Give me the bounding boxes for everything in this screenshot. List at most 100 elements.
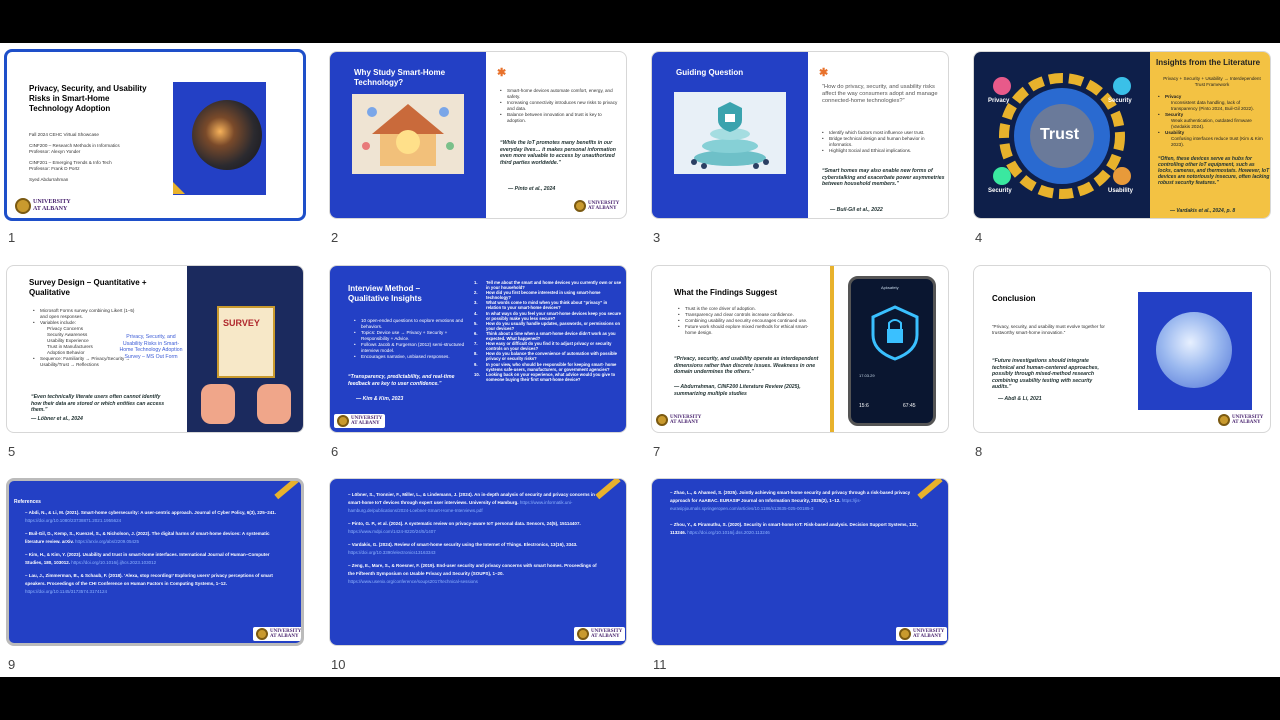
gear-label-privacy: Privacy	[988, 98, 1010, 104]
asterisk-icon: ✱	[497, 67, 507, 79]
slide-title: Insights from the Literature	[1156, 58, 1261, 67]
slide-number: 3	[653, 230, 661, 245]
meta-line: Syed Abdurrahman	[29, 177, 69, 182]
reference-item: – Pinto, G. P., et al. (2024). A systema…	[348, 521, 581, 534]
slide-thumbnail-10[interactable]: – Löbner, S., Tronnier, F., Miller, L., …	[329, 478, 627, 646]
method-bullets: 10 open-ended questions to explore emoti…	[354, 318, 472, 360]
slide-thumbnail-6[interactable]: Interview Method – Qualitative Insights …	[329, 265, 627, 433]
reference-item: – Lau, J., Zimmerman, B., & Schaub, F. (…	[25, 573, 273, 594]
slide-title: Conclusion	[992, 294, 1036, 303]
bullet-item: Highlight Social and Ethical implication…	[822, 148, 942, 154]
bullet-item: Bridge technical design and human behavi…	[822, 136, 942, 148]
reference-link[interactable]: https://doi.org/10.1145/3173574.3174124	[25, 589, 107, 594]
slide-sorter-grid: Privacy, Security, and Usability Risks i…	[0, 43, 1280, 677]
reference-link[interactable]: https://www.mdpi.com/1424-8220/24/5/1407	[348, 529, 436, 534]
slide-title: Guiding Question	[676, 68, 744, 77]
meta-line: Professor: Frank D Portz	[29, 166, 80, 171]
reference-item: – Zhou, Y., & Piramuthu, S. (2020). Secu…	[670, 522, 918, 535]
slide-number: 6	[331, 444, 339, 459]
reference-link[interactable]: https://arxiv.org/abs/2209.05425	[75, 539, 139, 544]
phone-time-right: 67:45	[903, 403, 916, 409]
quote-citation: — Vardakis et al., 2024, p. 8	[1170, 208, 1236, 214]
survey-illustration: SURVEY	[187, 266, 303, 432]
bullet-item: Follows Jacob & Furgerson (2012) semi-st…	[354, 342, 472, 354]
quote-text: “Transparency, predictability, and real-…	[348, 374, 455, 387]
references-heading: References	[14, 499, 41, 505]
quote-text: “Future investigations should integrate …	[992, 358, 1099, 391]
question-item: In your view, who should be responsible …	[474, 361, 617, 372]
university-logo: UNIVERSITY AT ALBANY	[15, 198, 71, 214]
conclusion-lead: “Privacy, security, and usability must e…	[992, 324, 1105, 335]
reference-link[interactable]: https://doi.org/10.1080/23738871.2021.19…	[25, 518, 121, 523]
gear-label-security: Security	[1108, 98, 1132, 104]
reference-link[interactable]: https://doi.org/10.3390/electronics13163…	[348, 550, 436, 555]
meta-line: Fall 2024 CEHC Virtual Showcase	[29, 132, 99, 137]
globe-image	[1156, 312, 1232, 388]
question-item: How do you balance the convenience of au…	[474, 351, 617, 362]
university-logo: UNIVERSITY AT ALBANY	[656, 414, 701, 426]
slide-thumbnail-11[interactable]: – Zhao, L., & Ahamed, S. (2025). Jointly…	[651, 478, 949, 646]
literature-list: PrivacyInconsistent data handling, lack …	[1158, 94, 1268, 148]
asterisk-icon: ✱	[819, 67, 829, 79]
question-item: Looking back on your experience, what ad…	[474, 371, 616, 382]
slide-thumbnail-1[interactable]: Privacy, Security, and Usability Risks i…	[4, 49, 306, 221]
slide-number: 11	[653, 657, 667, 672]
university-logo: UNIVERSITY AT ALBANY	[574, 200, 619, 212]
slide-thumbnail-7[interactable]: What the Findings Suggest Trust is the c…	[651, 265, 949, 433]
slide-thumbnail-5[interactable]: Survey Design – Quantitative + Qualitati…	[6, 265, 304, 433]
phone-time-left: 15:6	[859, 403, 869, 409]
slide-title: Privacy, Security, and Usability Risks i…	[29, 84, 147, 113]
bullet-list: Smart-home devices automate comfort, ene…	[500, 88, 620, 124]
bullet-item: Increasing connectivity introduces new r…	[500, 100, 620, 112]
reference-item: – Kim, H., & Kim, Y. (2023). Usability a…	[25, 552, 270, 565]
gold-corner-stripe	[274, 481, 300, 500]
slide-title: Survey Design – Quantitative + Qualitati…	[29, 278, 147, 297]
gold-corner-stripe	[595, 479, 621, 500]
reference-link[interactable]: https://www.usenix.org/conference/soups2…	[348, 579, 478, 584]
reference-list: – Löbner, S., Tronnier, F., Miller, L., …	[348, 491, 604, 586]
quote-citation: — Abdurrahman, CINF200 Literature Review…	[674, 384, 801, 397]
list-item: SecurityWeak authentication, outdated fi…	[1158, 112, 1268, 130]
reference-link[interactable]: https://doi.org/10.1016/j.dss.2020.11324…	[687, 530, 769, 535]
phone-app-name: Apksafety	[881, 285, 899, 290]
slide-number: 2	[331, 230, 339, 245]
slide-thumbnail-4[interactable]: Privacy Security Trust Security Usabilit…	[973, 51, 1271, 219]
reference-item: – Vardakis, G. (2024). Review of smart-h…	[348, 542, 578, 555]
bullet-item: Future work should explore mixed methods…	[678, 324, 818, 336]
findings-bullets: Trust is the core driver of adoption. Tr…	[678, 306, 818, 336]
bullet-item: Smart-home devices automate comfort, ene…	[500, 88, 620, 100]
reference-list: – Zhao, L., & Ahamed, S. (2025). Jointly…	[670, 489, 926, 537]
slide-number: 10	[331, 657, 346, 672]
question-item: In what ways do you feel your smart-home…	[474, 310, 621, 321]
bullet-item: Variables include:	[33, 320, 143, 326]
quote-citation: — Abdi & Li, 2021	[998, 396, 1042, 402]
slide-thumbnail-3[interactable]: Guiding Question ✱ “How do privacy, secu…	[651, 51, 949, 219]
survey-link[interactable]: Privacy, Security, and Usability Risks i…	[119, 334, 183, 360]
slide-thumbnail-9[interactable]: References – Abdi, N., & Li, M. (2021). …	[6, 478, 304, 646]
question-item: How did you first become interested in u…	[474, 290, 601, 301]
slide-number: 7	[653, 444, 661, 459]
bullet-list: Identify which factors most influence us…	[822, 130, 942, 154]
slide-title: Interview Method – Qualitative Insights	[348, 284, 422, 303]
phone-value: 17.03.29	[859, 373, 875, 378]
slide-subtitle: Privacy + Security + Usability → Interde…	[1163, 76, 1261, 87]
survey-word: SURVEY	[223, 318, 260, 328]
university-logo: UNIVERSITY AT ALBANY	[1218, 414, 1263, 426]
reference-item: – Löbner, S., Tronnier, F., Miller, L., …	[348, 492, 595, 513]
gear-label-usability: Usability	[1108, 188, 1134, 194]
university-logo: UNIVERSITY AT ALBANY	[334, 414, 386, 428]
slide-number: 9	[8, 657, 16, 672]
slide-number: 8	[975, 444, 983, 459]
question-item: Think about a time when a smart-home dev…	[474, 330, 616, 342]
reference-link[interactable]: https://doi.org/10.1016/j.ijhcs.2023.103…	[71, 560, 156, 565]
slide-thumbnail-2[interactable]: Why Study Smart-Home Technology? ✱ Smart…	[329, 51, 627, 219]
university-logo: UNIVERSITY AT ALBANY	[253, 627, 301, 641]
bullet-item: Encourages narrative, unbiased responses…	[354, 354, 472, 360]
gear-label-trust: Trust	[1040, 126, 1080, 143]
quote-citation: — Buil-Gil et al., 2022	[830, 207, 883, 213]
question-item: How easy or difficult do you find it to …	[474, 341, 612, 352]
slide-thumbnail-8[interactable]: Conclusion “Privacy, security, and usabi…	[973, 265, 1271, 433]
question-item: How do you usually handle updates, passw…	[474, 320, 621, 331]
guiding-question: “How do privacy, security, and usability…	[822, 84, 938, 104]
security-illustration	[674, 92, 786, 174]
